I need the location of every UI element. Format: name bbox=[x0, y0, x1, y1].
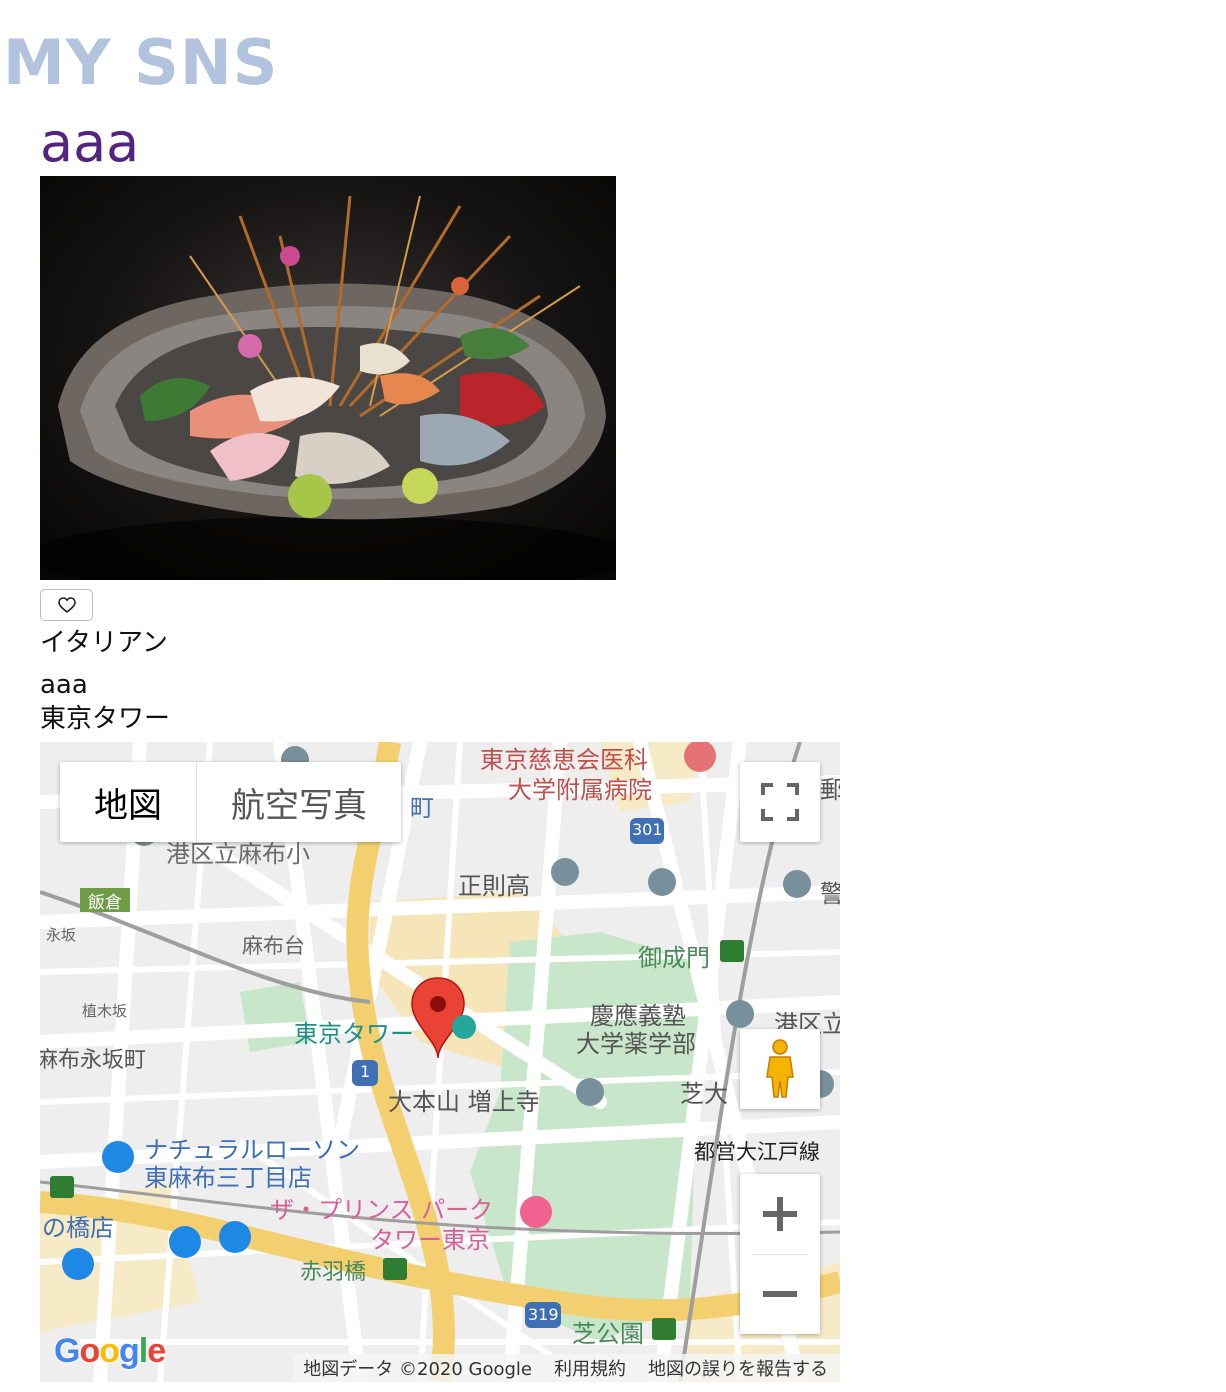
map-label-uekizaka: 植木坂 bbox=[82, 1002, 128, 1020]
heart-outline-icon bbox=[57, 597, 76, 613]
google-map[interactable]: 東京慈恵会医科 大学附属病院 町 301 港区立麻布小 正則高 警 郵 飯倉 麻… bbox=[40, 742, 840, 1382]
street-view-pegman[interactable] bbox=[740, 1029, 820, 1109]
zoom-out-button[interactable] bbox=[740, 1255, 820, 1334]
plus-icon bbox=[763, 1197, 797, 1231]
map-label-nagasaka-st: 永坂 bbox=[46, 926, 77, 944]
report-error-link[interactable]: 地図の誤りを報告する bbox=[648, 1355, 828, 1381]
map-label-school: 正則高 bbox=[458, 872, 530, 900]
map-label-route-301: 301 bbox=[632, 820, 663, 839]
like-button[interactable] bbox=[40, 589, 93, 621]
post-place: 東京タワー bbox=[40, 704, 171, 734]
post-photo bbox=[40, 176, 616, 580]
map-label-keio-2: 大学薬学部 bbox=[576, 1030, 696, 1058]
zoom-control bbox=[740, 1174, 820, 1334]
google-logo[interactable]: Google bbox=[54, 1332, 166, 1371]
map-label-lawson-2: 東麻布三丁目店 bbox=[144, 1164, 312, 1192]
map-type-satellite-button[interactable]: 航空写真 bbox=[197, 762, 401, 842]
post-category: イタリアン bbox=[40, 628, 168, 658]
map-label-kei: 警 bbox=[820, 880, 840, 908]
zoom-in-button[interactable] bbox=[740, 1175, 820, 1254]
minus-icon bbox=[763, 1291, 797, 1297]
map-attribution: 地図データ ©2020 Google 利用規約 地図の誤りを報告する bbox=[293, 1354, 840, 1382]
map-label-azabudai: 麻布台 bbox=[242, 934, 305, 958]
fullscreen-button[interactable] bbox=[740, 762, 820, 842]
map-label-hospital-2: 大学附属病院 bbox=[508, 776, 652, 804]
map-label-oedo-line: 都営大江戸線 bbox=[694, 1140, 820, 1164]
map-data-credit: 地図データ ©2020 Google bbox=[303, 1359, 532, 1380]
post-body: aaa bbox=[40, 670, 88, 700]
fullscreen-icon bbox=[761, 783, 799, 821]
map-type-map-button[interactable]: 地図 bbox=[60, 762, 197, 842]
map-type-control: 地図 航空写真 bbox=[60, 762, 401, 842]
map-label-prince-2: タワー東京 bbox=[370, 1226, 490, 1254]
map-label-route-1: 1 bbox=[360, 1062, 371, 1081]
pegman-icon bbox=[766, 1039, 794, 1098]
map-label-route-319: 319 bbox=[528, 1305, 559, 1324]
map-label-shiba: 芝大 bbox=[680, 1080, 728, 1108]
site-title: MY SNS bbox=[3, 26, 279, 99]
map-label-onarimon: 御成門 bbox=[638, 944, 710, 972]
map-label-tokyo-tower: 東京タワー bbox=[294, 1020, 414, 1048]
terms-link[interactable]: 利用規約 bbox=[554, 1355, 626, 1381]
map-label-akabanebashi: 赤羽橋 bbox=[300, 1260, 367, 1285]
map-label-hashi: の橋店 bbox=[42, 1214, 114, 1242]
post-title[interactable]: aaa bbox=[40, 112, 139, 174]
map-label-zojoji: 大本山 増上寺 bbox=[388, 1088, 540, 1116]
map-label-cho: 町 bbox=[410, 794, 434, 822]
map-label-iigura: 飯倉 bbox=[88, 893, 122, 913]
map-label-shibakoen: 芝公園 bbox=[572, 1320, 644, 1348]
map-label-nagasaka: 麻布永坂町 bbox=[40, 1048, 147, 1073]
map-label-yu: 郵 bbox=[820, 776, 840, 804]
